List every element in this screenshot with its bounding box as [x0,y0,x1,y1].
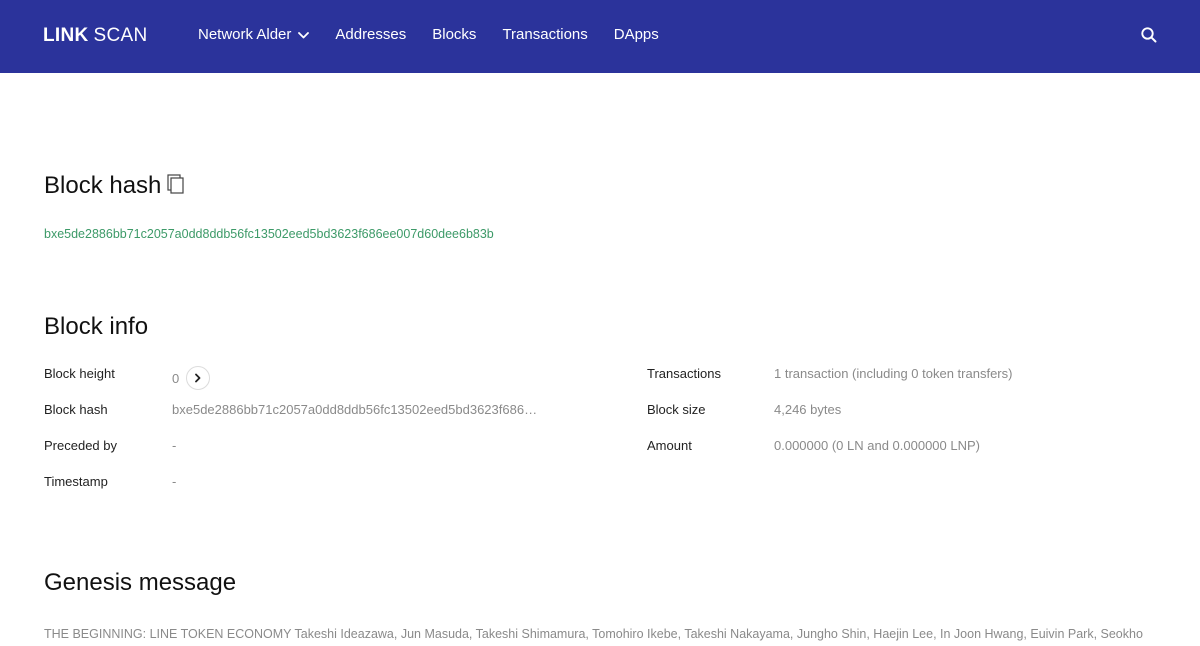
timestamp-value: - [172,474,177,489]
block-hash-title: Block hash [44,172,185,201]
nav-blocks[interactable]: Blocks [432,25,476,45]
block-size-value: 4,246 bytes [774,402,842,417]
block-height-value: 0 [172,371,180,386]
block-hash-label: Block hash [44,402,108,417]
nav-blocks-label: Blocks [432,26,477,43]
nav-addresses-label: Addresses [335,26,407,43]
nav-network-label: Network Alder [198,26,292,43]
copy-icon[interactable] [167,173,185,201]
chevron-right-icon [195,373,201,383]
nav-transactions-label: Transactions [502,26,588,43]
timestamp-label: Timestamp [44,474,108,489]
block-size-label: Block size [647,402,706,417]
top-navbar: LINK SCAN Network Alder Addresses Blocks … [0,0,1200,73]
transactions-value: 1 transaction (including 0 token transfe… [774,366,1013,381]
genesis-message-text: THE BEGINNING: LINE TOKEN ECONOMY Takesh… [44,627,1143,641]
nav-addresses[interactable]: Addresses [335,25,406,45]
block-info-title: Block info [44,313,149,340]
transactions-label: Transactions [647,366,721,381]
nav-dapps[interactable]: DApps [614,25,659,45]
main-nav: Network Alder Addresses Blocks Transacti… [198,25,685,45]
preceded-by-label: Preceded by [44,438,117,453]
amount-value: 0.000000 (0 LN and 0.000000 LNP) [774,438,980,453]
nav-network-dropdown[interactable]: Network Alder [198,25,310,45]
block-hash-short-value: bxe5de2886bb71c2057a0dd8ddb56fc13502eed5… [172,402,538,417]
block-hash-value: bxe5de2886bb71c2057a0dd8ddb56fc13502eed5… [44,227,494,241]
nav-transactions[interactable]: Transactions [502,25,587,45]
logo-light-text: SCAN [93,25,148,46]
chevron-down-icon [298,31,310,39]
block-height-label: Block height [44,366,115,381]
amount-label: Amount [647,438,692,453]
next-block-button[interactable] [186,366,210,390]
preceded-by-value: - [172,438,177,453]
nav-dapps-label: DApps [613,26,659,43]
block-hash-title-text: Block hash [44,172,162,199]
logo-bold-text: LINK [43,25,89,46]
linkscan-logo[interactable]: LINK SCAN [43,25,148,47]
genesis-message-title: Genesis message [44,569,237,596]
search-icon[interactable] [1140,26,1158,44]
